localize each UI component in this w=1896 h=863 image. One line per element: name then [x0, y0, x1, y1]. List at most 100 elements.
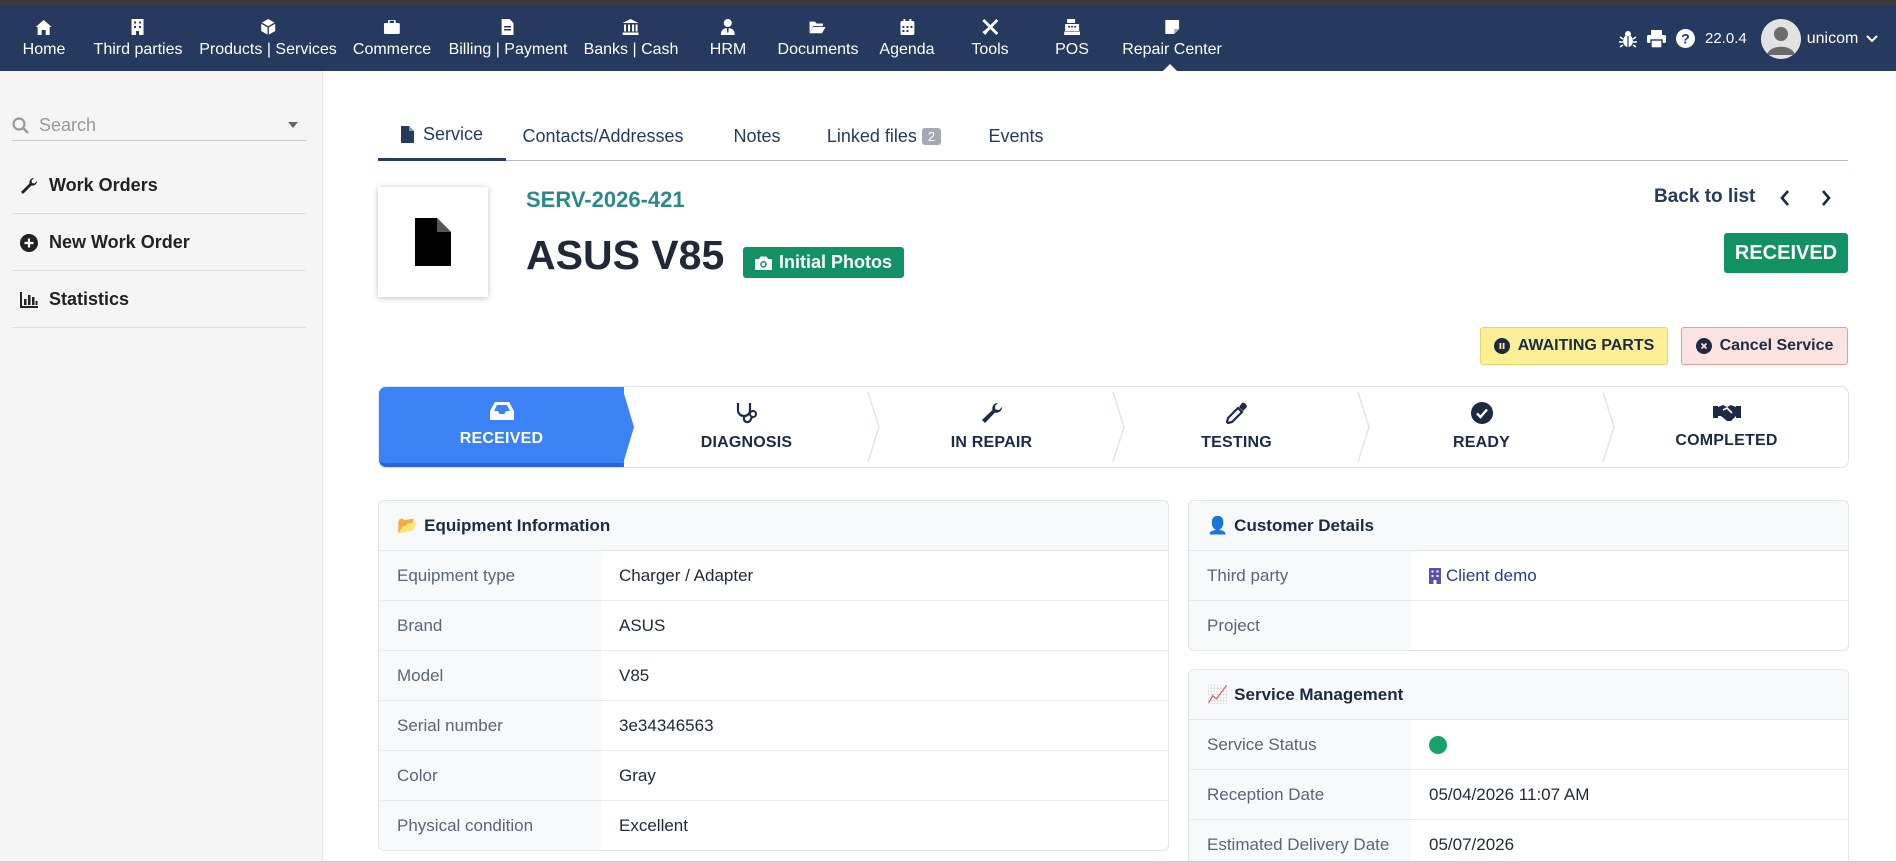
step-testing[interactable]: TESTING — [1114, 387, 1359, 467]
camera-icon — [755, 256, 772, 270]
step-received[interactable]: RECEIVED — [379, 387, 624, 467]
field-value — [1411, 735, 1447, 754]
nav-label: Home — [22, 41, 66, 58]
sidebar-item-work-orders[interactable]: Work Orders — [12, 158, 306, 214]
calendar-icon — [899, 18, 915, 36]
nav-repair-center[interactable]: Repair Center — [1122, 6, 1222, 71]
initial-photos-badge[interactable]: Initial Photos — [743, 247, 905, 278]
field-row: Third party Client demo — [1189, 551, 1848, 601]
nav-label: Commerce — [352, 41, 432, 58]
help-icon[interactable]: ? — [1676, 29, 1695, 48]
nav-documents[interactable]: Documents — [778, 6, 858, 71]
tab-events[interactable]: Events — [966, 111, 1066, 161]
avatar[interactable] — [1760, 18, 1801, 59]
printer-icon[interactable] — [1647, 29, 1666, 48]
field-label: Project — [1189, 601, 1411, 650]
field-label: Service Status — [1189, 720, 1411, 769]
tab-linked-files[interactable]: Linked files 2 — [816, 111, 952, 161]
tab-label: Events — [988, 125, 1044, 146]
times-circle-icon — [1695, 338, 1712, 354]
tab-notes[interactable]: Notes — [712, 111, 802, 161]
field-value: V85 — [619, 665, 650, 685]
document-thumbnail — [378, 187, 488, 297]
step-label: DIAGNOSIS — [700, 434, 793, 451]
step-in-repair[interactable]: IN REPAIR — [869, 387, 1114, 467]
nav-products-services[interactable]: Products | Services — [199, 6, 337, 71]
sidebar-search[interactable]: Search — [12, 111, 306, 141]
step-label: IN REPAIR — [950, 434, 1033, 451]
nav-agenda[interactable]: Agenda — [879, 6, 935, 71]
nav-home[interactable]: Home — [22, 6, 66, 71]
nav-tools[interactable]: Tools — [971, 6, 1009, 71]
svg-text:?: ? — [1681, 31, 1690, 47]
field-row: Project — [1189, 601, 1848, 650]
service-management-card: 📈 Service Management Service Status Rece… — [1188, 669, 1849, 863]
wrench-icon — [981, 402, 1003, 424]
field-row: Brand ASUS — [379, 601, 1168, 651]
cash-register-icon — [1063, 18, 1080, 36]
nav-label: Billing | Payment — [448, 41, 568, 58]
field-row: Physical condition Excellent — [379, 801, 1168, 850]
nav-billing-payment[interactable]: Billing | Payment — [448, 6, 568, 71]
dropdown-caret-icon[interactable] — [288, 122, 298, 128]
check-circle-icon — [1470, 402, 1493, 424]
inbox-icon — [489, 402, 514, 420]
field-value: 05/07/2026 — [1429, 835, 1515, 854]
nav-pos[interactable]: POS — [1055, 6, 1089, 71]
cancel-service-label: Cancel Service — [1719, 337, 1834, 354]
third-party-link[interactable]: Client demo — [1411, 566, 1537, 586]
user-tie-icon — [720, 18, 736, 36]
previous-record-button[interactable] — [1773, 186, 1797, 210]
nav-label: Repair Center — [1122, 41, 1222, 58]
field-label: Physical condition — [379, 801, 601, 850]
step-completed[interactable]: COMPLETED — [1604, 387, 1849, 467]
next-record-button[interactable] — [1814, 186, 1838, 210]
step-ready[interactable]: READY — [1359, 387, 1604, 467]
back-to-list-link[interactable]: Back to list — [1654, 186, 1755, 208]
nav-commerce[interactable]: Commerce — [353, 6, 431, 71]
active-menu-indicator — [1163, 64, 1177, 71]
service-reference: SERV-2026-421 — [526, 187, 685, 212]
tab-contacts-addresses[interactable]: Contacts/Addresses — [508, 111, 698, 161]
chevron-down-icon[interactable] — [1866, 34, 1879, 43]
photo-badge-label: Initial Photos — [779, 252, 893, 272]
field-value: Excellent — [619, 816, 688, 835]
awaiting-parts-button[interactable]: AWAITING PARTS — [1480, 327, 1668, 365]
user-name[interactable]: unicom — [1807, 30, 1859, 48]
page-title: ASUS V85 — [526, 232, 725, 278]
step-diagnosis[interactable]: DIAGNOSIS — [624, 387, 869, 467]
sidebar-item-statistics[interactable]: Statistics — [12, 272, 306, 328]
nav-third-parties[interactable]: Third parties — [94, 6, 182, 71]
bank-icon — [623, 18, 639, 36]
nav-label: Products | Services — [199, 41, 337, 58]
tab-bar: Service Contacts/Addresses Notes Linked … — [378, 111, 1848, 161]
nav-banks-cash[interactable]: Banks | Cash — [583, 6, 679, 71]
tab-service[interactable]: Service — [378, 111, 506, 161]
cancel-service-button[interactable]: Cancel Service — [1681, 327, 1848, 365]
plus-circle-icon — [18, 232, 40, 254]
nav-hrm[interactable]: HRM — [710, 6, 746, 71]
building-icon — [1429, 567, 1441, 584]
sidebar-item-new-work-order[interactable]: New Work Order — [12, 215, 306, 271]
sidebar-item-label: New Work Order — [49, 232, 190, 252]
field-row: Model V85 — [379, 651, 1168, 701]
card-title: Equipment Information — [424, 515, 611, 535]
top-navbar: Home Third parties Products | Services C… — [0, 6, 1896, 71]
field-label: Serial number — [379, 701, 601, 750]
card-header: 👤 Customer Details — [1189, 501, 1848, 551]
field-row: Color Gray — [379, 751, 1168, 801]
field-label: Brand — [379, 601, 601, 650]
field-row: Equipment type Charger / Adapter — [379, 551, 1168, 601]
folder-open-icon — [809, 18, 826, 36]
version-label: 22.0.4 — [1705, 30, 1747, 47]
nav-label: Banks | Cash — [583, 41, 679, 58]
field-value: 3e34346563 — [619, 715, 714, 735]
bug-icon[interactable] — [1619, 30, 1637, 48]
chevron-left-icon — [1780, 190, 1790, 206]
stethoscope-icon — [736, 402, 758, 424]
third-party-name: Client demo — [1446, 565, 1537, 585]
step-label: READY — [1452, 434, 1510, 451]
step-label: TESTING — [1201, 434, 1272, 451]
left-sidebar: Search Work Orders New Work Order Statis… — [0, 71, 323, 863]
sidebar-item-label: Statistics — [49, 289, 130, 309]
